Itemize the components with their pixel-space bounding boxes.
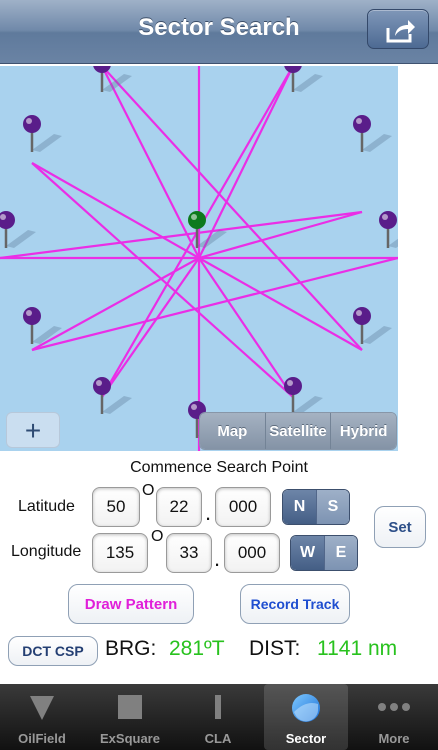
map-type-selector[interactable]: Map Satellite Hybrid	[199, 412, 397, 450]
bearing-value: 281ºT	[169, 637, 225, 660]
search-leg-line	[31, 256, 398, 352]
circle-icon	[292, 694, 320, 722]
distance-label: DIST:	[249, 637, 301, 660]
longitude-decimal-field[interactable]: 000	[224, 533, 280, 573]
search-leg-line	[198, 257, 294, 398]
search-leg-line	[31, 162, 294, 398]
south-option[interactable]: S	[316, 490, 349, 524]
search-leg-line	[0, 210, 363, 260]
draw-pattern-button[interactable]: Draw Pattern	[68, 584, 194, 624]
search-pattern-lines	[0, 66, 398, 451]
tab-cla[interactable]: CLA	[176, 684, 260, 750]
record-track-button[interactable]: Record Track	[240, 584, 350, 624]
purple-pin-marker	[353, 115, 392, 152]
map-type-hybrid[interactable]: Hybrid	[331, 413, 396, 449]
tab-label-sector: Sector	[285, 731, 327, 746]
longitude-degrees-field[interactable]: 135	[92, 533, 148, 573]
purple-pin-marker	[284, 66, 323, 92]
purple-pin-marker	[0, 211, 36, 248]
current-location-button[interactable]: +	[6, 412, 60, 448]
search-leg-line	[101, 257, 200, 398]
share-button[interactable]	[367, 9, 429, 49]
bearing-label: BRG:	[105, 637, 157, 660]
west-option[interactable]: W	[291, 536, 324, 570]
tab-more[interactable]: More	[352, 684, 436, 750]
longitude-label: Longitude	[11, 543, 82, 560]
navigation-bar: Sector Search	[0, 0, 438, 64]
dct-csp-button[interactable]: DCT CSP	[8, 636, 98, 666]
search-leg-line	[198, 210, 363, 260]
tab-sector[interactable]: Sector	[264, 684, 348, 750]
purple-pin-marker	[379, 211, 398, 248]
purple-pin-marker	[23, 115, 62, 152]
ew-selector[interactable]: W E	[290, 535, 358, 571]
tab-exsquare[interactable]: ExSquare	[88, 684, 172, 750]
tab-bar: OilField ExSquare CLA Sector More	[0, 684, 438, 750]
longitude-minutes-field[interactable]: 33	[166, 533, 212, 573]
bar-icon	[215, 695, 221, 719]
map-view[interactable]	[0, 66, 398, 451]
tab-label-more: More	[378, 731, 410, 746]
map-type-satellite[interactable]: Satellite	[265, 413, 332, 449]
latitude-minutes-field[interactable]: 22	[156, 487, 202, 527]
longitude-degree-symbol: O	[151, 528, 164, 545]
latitude-decimal-point: .	[205, 500, 212, 525]
commence-search-point-heading: Commence Search Point	[130, 459, 308, 476]
purple-pin-marker	[353, 307, 392, 344]
more-dots-icon	[378, 703, 410, 711]
sector-pattern-overlay	[0, 66, 398, 451]
search-leg-line	[198, 66, 294, 259]
longitude-decimal-point: .	[214, 546, 221, 571]
tab-label-oilfield: OilField	[18, 731, 66, 746]
tab-label-exsquare: ExSquare	[100, 731, 160, 746]
triangle-icon	[30, 696, 54, 720]
search-leg-line	[198, 257, 363, 351]
distance-value: 1141 nm	[317, 637, 398, 660]
latitude-decimal-field[interactable]: 000	[215, 487, 271, 527]
east-option[interactable]: E	[324, 536, 357, 570]
latitude-degree-symbol: O	[142, 482, 155, 499]
purple-pin-marker	[23, 307, 62, 344]
latitude-degrees-field[interactable]: 50	[92, 487, 140, 527]
north-option[interactable]: N	[283, 490, 316, 524]
tab-oilfield[interactable]: OilField	[0, 684, 84, 750]
share-icon	[386, 20, 415, 43]
tab-label-cla: CLA	[204, 731, 232, 746]
locate-icon: +	[24, 415, 42, 446]
square-icon	[118, 695, 142, 719]
map-type-map[interactable]: Map	[200, 413, 266, 449]
set-button[interactable]: Set	[374, 506, 426, 548]
ns-selector[interactable]: N S	[282, 489, 350, 525]
latitude-label: Latitude	[18, 498, 75, 515]
